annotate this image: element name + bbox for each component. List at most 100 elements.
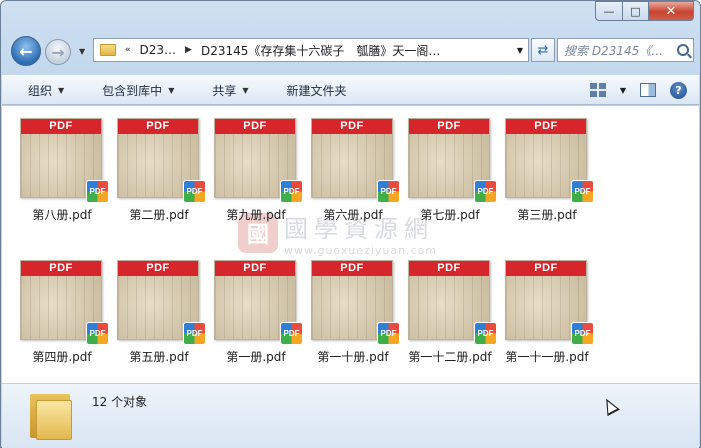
breadcrumb-parent[interactable]: D23…	[134, 43, 183, 57]
include-in-library-button[interactable]: 包含到库中 ▼	[76, 76, 186, 104]
view-dropdown-icon[interactable]: ▼	[620, 86, 626, 95]
file-name[interactable]: 第二册.pdf	[111, 206, 207, 223]
pdf-app-icon: PDF	[183, 322, 206, 345]
pdf-thumbnail[interactable]: PDF PDF	[117, 118, 206, 203]
file-list[interactable]: 國 國學資源網 www.guoxueziyuan.com PDF PDF 第八册.p…	[2, 106, 699, 383]
organize-label: 组织	[28, 83, 53, 98]
breadcrumb-separator-icon[interactable]: ▶	[182, 45, 195, 55]
pdf-app-icon: PDF	[86, 180, 109, 203]
pdf-thumbnail[interactable]: PDF PDF	[408, 118, 497, 203]
file-item[interactable]: PDF PDF 第三册.pdf	[499, 106, 594, 226]
file-name[interactable]: 第六册.pdf	[305, 206, 401, 223]
details-pane: 12 个对象	[2, 383, 699, 448]
file-name[interactable]: 第八册.pdf	[14, 206, 110, 223]
share-button[interactable]: 共享 ▼	[186, 76, 260, 104]
pdf-label-band: PDF	[409, 261, 489, 276]
preview-pane-icon[interactable]	[640, 83, 656, 97]
pdf-thumbnail[interactable]: PDF PDF	[505, 260, 594, 345]
file-name[interactable]: 第四册.pdf	[14, 348, 110, 365]
help-icon[interactable]: ?	[670, 81, 687, 99]
pdf-app-icon: PDF	[280, 322, 303, 345]
file-item[interactable]: PDF PDF 第一十一册.pdf	[499, 248, 594, 368]
chevron-down-icon: ▼	[79, 47, 86, 56]
arrow-left-icon: ←	[19, 41, 33, 61]
navigation-bar: ← → ▼ « D23… ▶ D23145《存存集十六碳子 瓠膳》天一阁… ▼ …	[9, 35, 694, 67]
new-folder-button[interactable]: 新建文件夹	[261, 76, 359, 104]
file-name[interactable]: 第三册.pdf	[499, 206, 595, 223]
file-name[interactable]: 第七册.pdf	[402, 206, 498, 223]
pdf-label-band: PDF	[118, 261, 198, 276]
pdf-label-band: PDF	[409, 119, 489, 134]
pdf-thumbnail[interactable]: PDF PDF	[214, 260, 303, 345]
minimize-button[interactable]: —	[595, 1, 622, 21]
pdf-thumbnail[interactable]: PDF PDF	[20, 260, 109, 345]
chevron-down-icon: ▼	[168, 85, 175, 95]
close-button[interactable]: ✕	[648, 1, 694, 21]
arrow-right-icon: →	[51, 42, 65, 62]
pdf-app-icon: PDF	[474, 180, 497, 203]
caption-buttons: — □ ✕	[595, 1, 694, 21]
item-count: 12 个对象	[92, 395, 148, 409]
pdf-thumbnail[interactable]: PDF PDF	[311, 260, 400, 345]
minimize-icon: —	[603, 4, 615, 18]
address-bar[interactable]: « D23… ▶ D23145《存存集十六碳子 瓠膳》天一阁… ▼	[93, 38, 529, 62]
folder-icon	[30, 390, 74, 440]
pdf-thumbnail[interactable]: PDF PDF	[20, 118, 109, 203]
pdf-label-band: PDF	[215, 119, 295, 134]
share-label: 共享	[212, 83, 237, 98]
organize-button[interactable]: 组织 ▼	[2, 76, 76, 104]
file-item[interactable]: PDF PDF 第五册.pdf	[111, 248, 206, 368]
address-dropdown[interactable]: ▼	[512, 46, 528, 55]
recent-pages-dropdown[interactable]: ▼	[79, 47, 85, 56]
pdf-thumbnail[interactable]: PDF PDF	[214, 118, 303, 203]
command-bar: 组织 ▼ 包含到库中 ▼ 共享 ▼ 新建文件夹 ▼ ?	[2, 75, 699, 105]
chevron-down-icon: ▼	[58, 85, 65, 95]
maximize-icon: □	[630, 4, 641, 18]
file-name[interactable]: 第五册.pdf	[111, 348, 207, 365]
file-name[interactable]: 第一册.pdf	[208, 348, 304, 365]
change-view-icon[interactable]	[589, 83, 606, 97]
pdf-label-band: PDF	[312, 261, 392, 276]
search-icon[interactable]	[677, 44, 689, 56]
pdf-thumbnail[interactable]: PDF PDF	[311, 118, 400, 203]
file-name[interactable]: 第一十一册.pdf	[499, 348, 595, 365]
explorer-window: — □ ✕ ← → ▼ « D23… ▶ D23145《存存集十六碳子 瓠膳》天…	[0, 0, 701, 448]
pdf-thumbnail[interactable]: PDF PDF	[408, 260, 497, 345]
pdf-thumbnail[interactable]: PDF PDF	[505, 118, 594, 203]
pdf-label-band: PDF	[21, 119, 101, 134]
search-input[interactable]: 搜索 D23145《…	[557, 38, 694, 62]
file-item[interactable]: PDF PDF 第二册.pdf	[111, 106, 206, 226]
pdf-app-icon: PDF	[183, 180, 206, 203]
forward-button[interactable]: →	[45, 39, 71, 65]
chevron-down-icon: ▼	[242, 85, 249, 95]
pdf-app-icon: PDF	[474, 322, 497, 345]
pdf-label-band: PDF	[21, 261, 101, 276]
file-item[interactable]: PDF PDF 第一册.pdf	[208, 248, 303, 368]
pdf-app-icon: PDF	[377, 180, 400, 203]
pdf-thumbnail[interactable]: PDF PDF	[117, 260, 206, 345]
file-item[interactable]: PDF PDF 第一十册.pdf	[305, 248, 400, 368]
file-name[interactable]: 第一十册.pdf	[305, 348, 401, 365]
pdf-label-band: PDF	[506, 261, 586, 276]
folder-icon	[100, 44, 116, 56]
new-folder-label: 新建文件夹	[286, 83, 347, 98]
file-item[interactable]: PDF PDF 第八册.pdf	[14, 106, 109, 226]
file-item[interactable]: PDF PDF 第九册.pdf	[208, 106, 303, 226]
maximize-button[interactable]: □	[622, 1, 648, 21]
back-button[interactable]: ←	[11, 36, 41, 66]
toolbar-right: ▼ ?	[589, 81, 699, 99]
file-name[interactable]: 第九册.pdf	[208, 206, 304, 223]
file-item[interactable]: PDF PDF 第一十二册.pdf	[402, 248, 497, 368]
pdf-label-band: PDF	[312, 119, 392, 134]
file-name[interactable]: 第一十二册.pdf	[402, 348, 498, 365]
file-item[interactable]: PDF PDF 第四册.pdf	[14, 248, 109, 368]
breadcrumb-current[interactable]: D23145《存存集十六碳子 瓠膳》天一阁…	[195, 42, 446, 59]
pdf-label-band: PDF	[118, 119, 198, 134]
file-item[interactable]: PDF PDF 第六册.pdf	[305, 106, 400, 226]
search-placeholder: 搜索 D23145《…	[564, 43, 664, 58]
pdf-app-icon: PDF	[280, 180, 303, 203]
address-overflow[interactable]: «	[122, 45, 134, 55]
file-item[interactable]: PDF PDF 第七册.pdf	[402, 106, 497, 226]
pdf-label-band: PDF	[506, 119, 586, 134]
refresh-button[interactable]: ⇄	[531, 38, 555, 62]
